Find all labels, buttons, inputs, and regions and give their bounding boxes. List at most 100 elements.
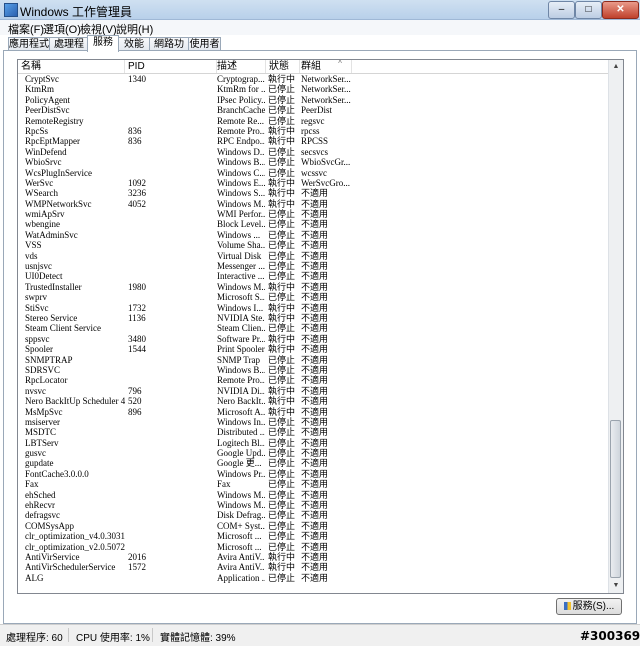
- service-group: 不適用: [301, 500, 329, 511]
- table-row[interactable]: wmiApSrv WMI Perfor... 已停止 不適用: [18, 209, 608, 219]
- column-description-header[interactable]: 描述: [214, 60, 266, 73]
- table-row[interactable]: defragsvc Disk Defrag... 已停止 不適用: [18, 510, 608, 520]
- scroll-thumb[interactable]: [610, 420, 621, 578]
- table-row[interactable]: SNMPTRAP SNMP Trap 已停止 不適用: [18, 355, 608, 365]
- service-name: WatAdminSvc: [25, 229, 78, 240]
- tab-applications[interactable]: 應用程式: [8, 37, 50, 51]
- service-name: Fax: [25, 479, 39, 490]
- table-row[interactable]: RpcEptMapper 836 RPC Endpo... 執行中 RPCSS: [18, 136, 608, 146]
- table-row[interactable]: WcsPlugInService Windows C... 已停止 wcssvc: [18, 168, 608, 178]
- service-name: WSearch: [25, 188, 58, 199]
- service-name: nvsvc: [25, 385, 46, 396]
- table-row[interactable]: PolicyAgent IPsec Policy... 已停止 NetworkSer.…: [18, 95, 608, 105]
- service-name: clr_optimization_v4.0.30319...: [25, 531, 125, 542]
- table-row[interactable]: gusvc Google Upd... 已停止 不適用: [18, 448, 608, 458]
- service-status: 執行中: [268, 125, 296, 136]
- service-pid: 1544: [128, 344, 146, 355]
- service-group: 不適用: [301, 312, 329, 323]
- table-row[interactable]: TrustedInstaller 1980 Windows M... 執行中 不適用: [18, 282, 608, 292]
- service-group: 不適用: [301, 229, 329, 240]
- table-row[interactable]: MSDTC Distributed ... 已停止 不適用: [18, 427, 608, 437]
- table-row[interactable]: MsMpSvc 896 Microsoft A... 執行中 不適用: [18, 407, 608, 417]
- table-row[interactable]: WSearch 3236 Windows S... 執行中 不適用: [18, 188, 608, 198]
- service-name: defragsvc: [25, 510, 60, 521]
- table-row[interactable]: Fax Fax 已停止 不適用: [18, 479, 608, 489]
- table-row[interactable]: sppsvc 3480 Software Pr... 執行中 不適用: [18, 334, 608, 344]
- table-row[interactable]: SDRSVC Windows B... 已停止 不適用: [18, 365, 608, 375]
- service-description: Microsoft ...: [217, 541, 262, 552]
- table-row[interactable]: msiserver Windows In... 已停止 不適用: [18, 417, 608, 427]
- table-row[interactable]: usnjsvc Messenger ... 已停止 不適用: [18, 261, 608, 271]
- table-row[interactable]: RpcSs 836 Remote Pro... 執行中 rpcss: [18, 126, 608, 136]
- tab-users[interactable]: 使用者: [188, 37, 221, 51]
- services-button[interactable]: 服務(S)...: [556, 598, 622, 615]
- table-row[interactable]: AntiVirSchedulerService 1572 Avira AntiV..…: [18, 562, 608, 572]
- table-row[interactable]: WbioSrvc Windows B... 已停止 WbioSvcGr...: [18, 157, 608, 167]
- column-pid-header[interactable]: PID: [125, 60, 217, 73]
- service-name: Spooler: [25, 344, 53, 355]
- table-row[interactable]: Stereo Service 1136 NVIDIA Ste... 執行中 不適用: [18, 313, 608, 323]
- table-row[interactable]: WatAdminSvc Windows ... 已停止 不適用: [18, 230, 608, 240]
- service-pid: 1980: [128, 281, 146, 292]
- tab-networking[interactable]: 網路功能: [149, 37, 189, 63]
- service-group: 不適用: [301, 520, 329, 531]
- service-pid: 896: [128, 406, 142, 417]
- tab-performance[interactable]: 效能: [118, 37, 150, 51]
- table-row[interactable]: RemoteRegistry Remote Re... 已停止 regsvc: [18, 116, 608, 126]
- service-group: 不適用: [301, 209, 329, 220]
- table-row[interactable]: ALG Application ... 已停止 不適用: [18, 573, 608, 583]
- table-row[interactable]: ehRecvr Windows M... 已停止 不適用: [18, 500, 608, 510]
- table-row[interactable]: nvsvc 796 NVIDIA Di... 執行中 不適用: [18, 386, 608, 396]
- table-row[interactable]: COMSysApp COM+ Syst... 已停止 不適用: [18, 521, 608, 531]
- service-status: 已停止: [268, 354, 296, 365]
- service-status: 已停止: [268, 479, 296, 490]
- table-row[interactable]: WinDefend Windows D... 已停止 secsvcs: [18, 147, 608, 157]
- vertical-scrollbar[interactable]: ▲ ▼: [608, 60, 623, 593]
- service-group: NetworkSer...: [301, 94, 351, 105]
- table-row[interactable]: AntiVirService 2016 Avira AntiV... 執行中 不適用: [18, 552, 608, 562]
- table-row[interactable]: Steam Client Service Steam Clien... 已停止 不適用: [18, 323, 608, 333]
- table-row[interactable]: gupdate Google 更... 已停止 不適用: [18, 458, 608, 468]
- table-row[interactable]: KtmRm KtmRm for ... 已停止 NetworkSer...: [18, 84, 608, 94]
- service-status: 已停止: [268, 364, 296, 375]
- table-row[interactable]: WerSvc 1092 Windows E... 執行中 WerSvcGro...: [18, 178, 608, 188]
- service-group: 不適用: [301, 333, 329, 344]
- table-row[interactable]: swprv Microsoft S... 已停止 不適用: [18, 292, 608, 302]
- table-row[interactable]: wbengine Block Level... 已停止 不適用: [18, 219, 608, 229]
- table-row[interactable]: WMPNetworkSvc 4052 Windows M... 執行中 不適用: [18, 199, 608, 209]
- table-row[interactable]: clr_optimization_v2.0.50727... Microsoft …: [18, 542, 608, 552]
- table-row[interactable]: RpcLocator Remote Pro... 已停止 不適用: [18, 375, 608, 385]
- service-status: 已停止: [268, 261, 296, 272]
- services-list[interactable]: 名稱 PID 描述 狀態 群組 ˄ CryptSvc 1340 Cryptograp…: [17, 59, 624, 594]
- tab-strip: 應用程式 處理程序 服務 效能 網路功能 使用者: [0, 35, 640, 63]
- table-row[interactable]: vds Virtual Disk 已停止 不適用: [18, 251, 608, 261]
- table-row[interactable]: UI0Detect Interactive ... 已停止 不適用: [18, 271, 608, 281]
- tab-services[interactable]: 服務: [87, 35, 119, 52]
- table-row[interactable]: CryptSvc 1340 Cryptograp... 執行中 NetworkSer..…: [18, 74, 608, 84]
- table-row[interactable]: ehSched Windows M... 已停止 不適用: [18, 490, 608, 500]
- table-row[interactable]: VSS Volume Sha... 已停止 不適用: [18, 240, 608, 250]
- table-row[interactable]: Spooler 1544 Print Spooler 執行中 不適用: [18, 344, 608, 354]
- scroll-down-icon[interactable]: ▼: [609, 579, 623, 593]
- table-row[interactable]: LBTServ Logitech Bl... 已停止 不適用: [18, 438, 608, 448]
- table-row[interactable]: FontCache3.0.0.0 Windows Pr... 已停止 不適用: [18, 469, 608, 479]
- tab-processes[interactable]: 處理程序: [49, 37, 89, 63]
- service-status: 執行中: [268, 385, 296, 396]
- table-row[interactable]: clr_optimization_v4.0.30319... Microsoft …: [18, 531, 608, 541]
- column-group-header[interactable]: 群組: [298, 60, 352, 73]
- table-row[interactable]: StiSvc 1732 Windows I... 執行中 不適用: [18, 303, 608, 313]
- service-status: 執行中: [268, 333, 296, 344]
- minimize-button[interactable]: –: [548, 1, 575, 19]
- service-status: 已停止: [268, 520, 296, 531]
- service-status: 已停止: [268, 167, 296, 178]
- service-group: 不適用: [301, 468, 329, 479]
- maximize-button[interactable]: □: [575, 1, 602, 19]
- column-name-header[interactable]: 名稱: [18, 60, 125, 73]
- close-button[interactable]: ✕: [602, 1, 639, 19]
- service-name: wbengine: [25, 219, 60, 230]
- column-status-header[interactable]: 狀態: [266, 60, 300, 73]
- table-row[interactable]: PeerDistSvc BranchCache 已停止 PeerDist: [18, 105, 608, 115]
- table-row[interactable]: Nero BackItUp Scheduler 4.0 520 Nero BackI…: [18, 396, 608, 406]
- service-status: 執行中: [268, 188, 296, 199]
- scroll-up-icon[interactable]: ▲: [609, 60, 623, 74]
